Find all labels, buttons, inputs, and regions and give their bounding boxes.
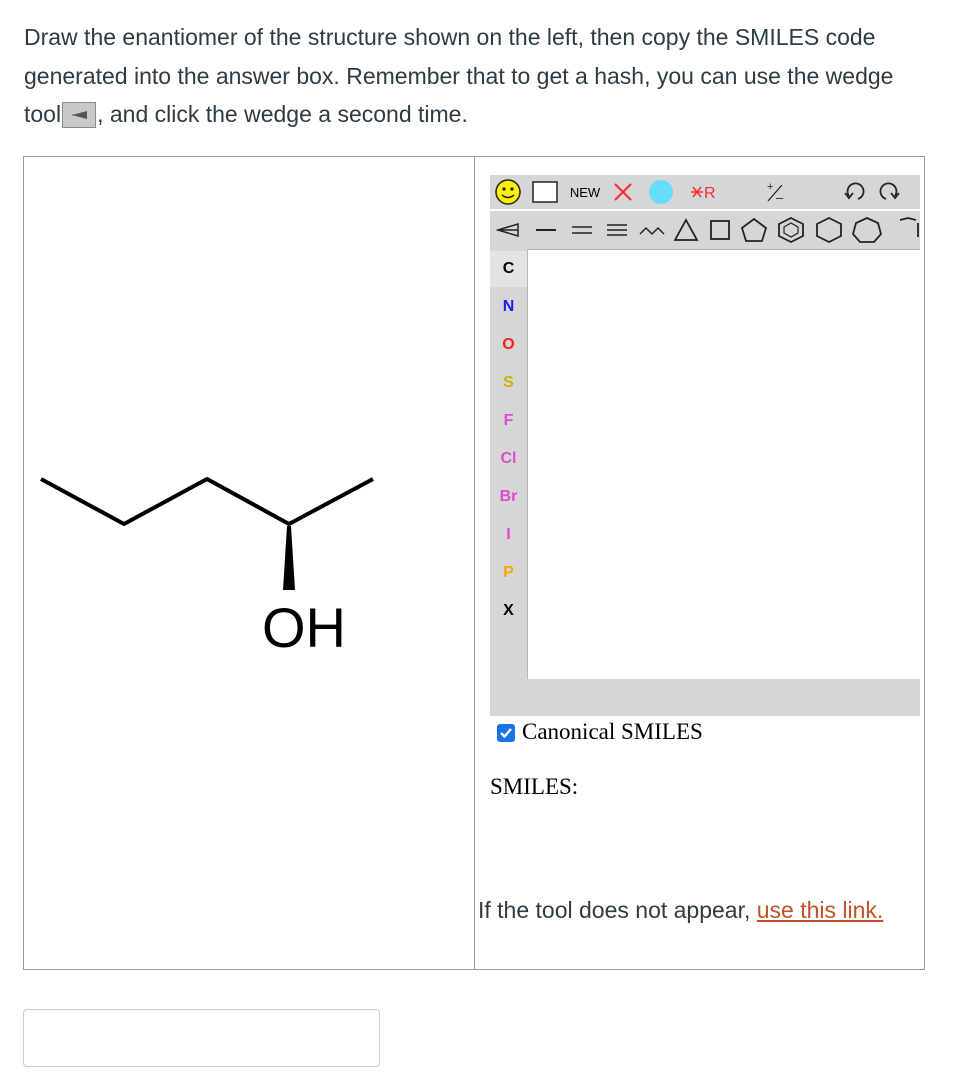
double-bond-icon[interactable] (566, 215, 598, 245)
single-bond-icon[interactable] (530, 215, 562, 245)
new-page-icon[interactable] (530, 179, 560, 205)
new-button[interactable]: NEW (565, 181, 605, 205)
redo-icon[interactable] (874, 179, 904, 205)
fallback-link[interactable]: use this link. (757, 897, 884, 923)
charge-icon[interactable]: + – (760, 179, 790, 205)
triple-bond-icon[interactable] (601, 215, 633, 245)
svg-text:+: + (767, 181, 773, 193)
atom-button-n[interactable]: N (490, 289, 527, 325)
cyclooctane-icon[interactable] (888, 215, 920, 245)
editor-bottom-bar (527, 679, 920, 716)
atom-button-c[interactable]: C (490, 251, 527, 287)
answer-input[interactable] (23, 1009, 380, 1067)
atom-button-i[interactable]: I (490, 517, 527, 553)
editor-atom-toolbar: C N O S F Cl Br I P X (490, 249, 527, 716)
wedge-bond (283, 526, 295, 590)
rgroup-button[interactable]: R (687, 179, 733, 205)
question-prompt: Draw the enantiomer of the structure sho… (24, 18, 924, 134)
fallback-text: If the tool does not appear, (478, 897, 757, 923)
svg-text:–: – (776, 190, 784, 205)
chain-icon[interactable] (636, 215, 668, 245)
carbon-chain (40, 477, 374, 526)
wedge-bond-tool-icon[interactable] (492, 215, 524, 245)
molecule-editor[interactable]: NEW R + – C N O S F Cl Br I P X (490, 175, 920, 716)
editor-bond-toolbar (490, 211, 920, 283)
highlight-icon[interactable] (646, 178, 676, 206)
benzene-icon[interactable] (774, 215, 808, 245)
atom-button-cl[interactable]: Cl (490, 441, 527, 477)
atom-button-f[interactable]: F (490, 403, 527, 439)
hydroxyl-label: OH (262, 596, 346, 659)
atom-button-s[interactable]: S (490, 365, 527, 401)
delete-icon[interactable] (610, 179, 636, 205)
drawing-canvas[interactable] (527, 249, 920, 679)
canonical-smiles-checkbox[interactable] (497, 724, 515, 742)
editor-top-toolbar: NEW R + – (490, 175, 920, 209)
checkmark-icon (500, 728, 512, 739)
svg-text:R: R (704, 185, 716, 202)
cycloheptane-icon[interactable] (850, 215, 884, 245)
fallback-message: If the tool does not appear, use this li… (478, 891, 908, 929)
smiles-label: SMILES: (490, 774, 579, 799)
atom-button-br[interactable]: Br (490, 479, 527, 515)
undo-icon[interactable] (840, 179, 870, 205)
prompt-text-part2: , and click the wedge a second time. (97, 101, 468, 127)
cyclopentane-icon[interactable] (738, 215, 770, 245)
wedge-tool-icon (62, 102, 97, 128)
smiley-icon[interactable] (492, 177, 524, 207)
frame-divider (474, 156, 475, 970)
atom-button-o[interactable]: O (490, 327, 527, 363)
cyclohexane-icon[interactable] (812, 215, 846, 245)
cyclobutane-icon[interactable] (704, 215, 736, 245)
atom-button-x[interactable]: X (490, 593, 527, 629)
canonical-smiles-label: Canonical SMILES (522, 719, 703, 744)
cyclopropane-icon[interactable] (670, 215, 702, 245)
atom-button-p[interactable]: P (490, 555, 527, 591)
molecule-structure: OH (24, 157, 474, 969)
